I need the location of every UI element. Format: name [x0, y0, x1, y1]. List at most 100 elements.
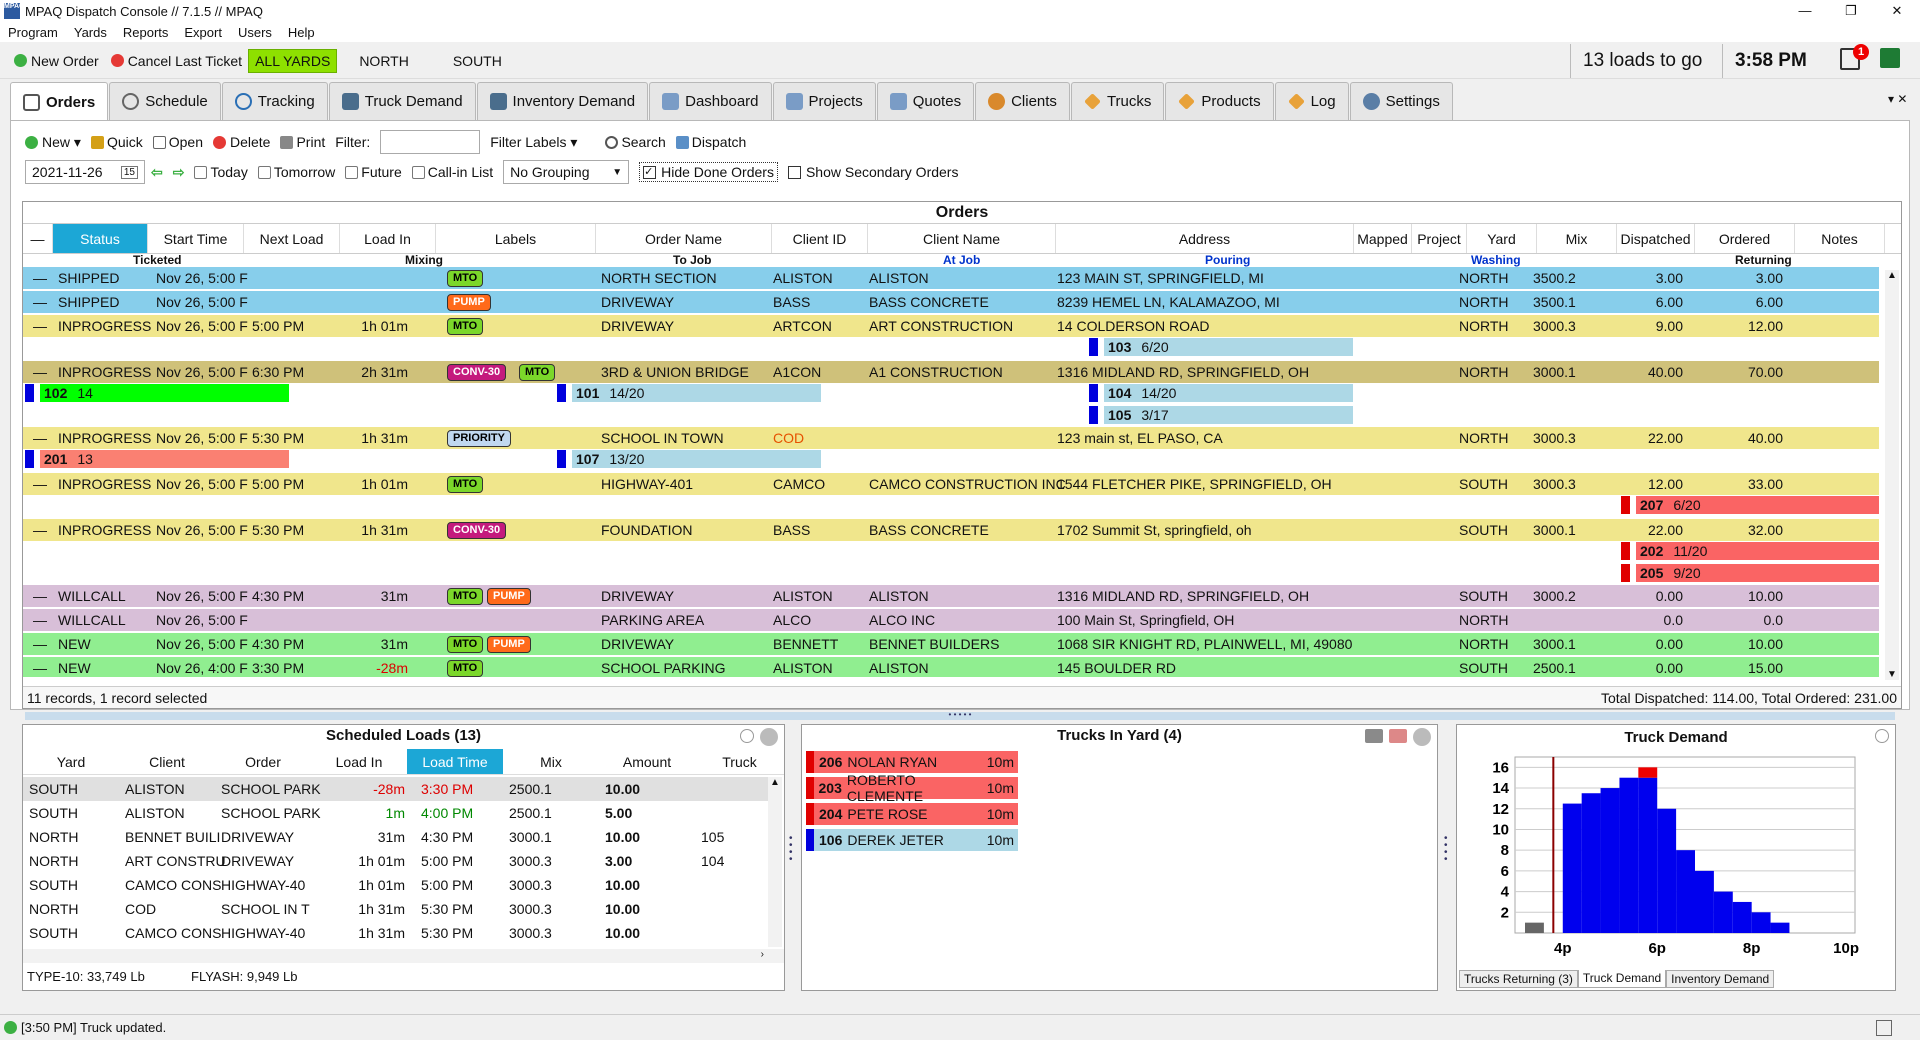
col-status[interactable]: Status	[53, 224, 148, 253]
tab-inventory-demand-chart[interactable]: Inventory Demand	[1666, 970, 1775, 988]
menu-yards[interactable]: Yards	[66, 25, 115, 40]
collapse-icon[interactable]: —	[33, 318, 47, 334]
col-truck[interactable]: Truck	[695, 749, 784, 774]
table-row[interactable]: SOUTH ALISTON SCHOOL PARK -28m 3:30 PM 2500.1…	[23, 777, 768, 801]
load-bar[interactable]: 104 14/20	[1089, 384, 1353, 402]
tab-truck-demand-chart[interactable]: Truck Demand	[1577, 970, 1667, 988]
table-row[interactable]: — INPROGRESS Nov 26, 5:00 F 5:00 PM 1h 01m DR…	[23, 315, 1879, 337]
menu-users[interactable]: Users	[230, 25, 280, 40]
delete-button[interactable]: Delete	[212, 134, 270, 150]
filter-labels-dropdown[interactable]: Filter Labels ▾	[490, 134, 577, 151]
load-bar[interactable]: 207 6/20	[1621, 496, 1879, 514]
print-button[interactable]: Print	[280, 134, 325, 150]
load-bar[interactable]: 103 6/20	[1089, 338, 1353, 356]
vertical-splitter-left[interactable]: • • • •	[789, 834, 795, 865]
col-yard[interactable]: Yard	[1467, 224, 1537, 253]
col-load-time[interactable]: Load Time	[407, 749, 503, 774]
collapse-icon[interactable]: —	[33, 660, 47, 676]
load-bar[interactable]: 205 9/20	[1621, 564, 1879, 582]
table-row[interactable]: — WILLCALL Nov 26, 5:00 F PARKING AREA ALCO A…	[23, 609, 1879, 631]
refresh-icon[interactable]	[1875, 729, 1889, 743]
all-yards-button[interactable]: ALL YARDS	[248, 48, 338, 73]
south-yard-button[interactable]: SOUTH	[431, 49, 524, 73]
col-ordered[interactable]: Ordered	[1695, 224, 1795, 253]
col-notes[interactable]: Notes	[1795, 224, 1885, 253]
vertical-splitter-right[interactable]: • • • •	[1444, 834, 1450, 865]
north-yard-button[interactable]: NORTH	[337, 49, 431, 73]
table-row[interactable]: SOUTH ALISTON SCHOOL PARK 1m 4:00 PM 2500.1 5.…	[23, 801, 768, 825]
tab-settings[interactable]: Settings	[1349, 82, 1453, 120]
table-row[interactable]: — NEW Nov 26, 5:00 F 4:30 PM 31m DRIVEWAY BENN…	[23, 633, 1879, 655]
col-next-load[interactable]: Next Load	[244, 224, 340, 253]
col-order[interactable]: Order	[215, 749, 311, 774]
tab-overflow-icon[interactable]: ▾ ✕	[1888, 92, 1907, 106]
open-button[interactable]: Open	[152, 134, 203, 150]
collapse-icon[interactable]: —	[33, 270, 47, 286]
new-button[interactable]: New ▾	[25, 134, 81, 151]
close-button[interactable]: ✕	[1874, 0, 1920, 22]
table-row[interactable]: SOUTH CAMCO CONS HIGHWAY-40 1h 01m 5:00 PM 30…	[23, 873, 768, 897]
col-order-name[interactable]: Order Name	[596, 224, 772, 253]
tab-dashboard[interactable]: Dashboard	[649, 82, 772, 120]
table-row[interactable]: — INPROGRESS Nov 26, 5:00 F 5:30 PM 1h 31m FO…	[23, 519, 1879, 541]
calendar-icon[interactable]: 15	[120, 165, 138, 179]
scheduled-vscroll[interactable]: ▲	[768, 777, 782, 947]
collapse-icon[interactable]: —	[33, 476, 47, 492]
refresh-icon[interactable]	[740, 729, 754, 743]
horizontal-splitter[interactable]: • • • • •	[25, 711, 1895, 720]
truck-item[interactable]: 204 PETE ROSE 10m	[806, 803, 1018, 825]
filter-input[interactable]	[380, 130, 481, 154]
search-button[interactable]: Search	[605, 134, 666, 150]
table-row[interactable]: — INPROGRESS Nov 26, 5:00 F 5:30 PM 1h 31m SC…	[23, 427, 1879, 449]
cancel-last-ticket-button[interactable]: Cancel Last Ticket	[105, 49, 248, 73]
gear-icon[interactable]	[760, 728, 778, 746]
col-mix[interactable]: Mix	[1537, 224, 1617, 253]
page-icon[interactable]	[1876, 1020, 1892, 1036]
col-labels[interactable]: Labels	[436, 224, 596, 253]
table-row[interactable]: NORTH BENNET BUILI DRIVEWAY 31m 4:30 PM 3000.…	[23, 825, 768, 849]
tab-tracking[interactable]: Tracking	[221, 82, 328, 120]
collapse-icon[interactable]: —	[33, 430, 47, 446]
col-load-in[interactable]: Load In	[340, 224, 436, 253]
call-in-list-button[interactable]: Call-in List	[411, 164, 493, 180]
load-bar[interactable]: 101 14/20	[557, 384, 821, 402]
col-yard[interactable]: Yard	[23, 749, 119, 774]
col-amount[interactable]: Amount	[599, 749, 695, 774]
col-address[interactable]: Address	[1056, 224, 1354, 253]
collapse-icon[interactable]: —	[33, 522, 47, 538]
tomorrow-button[interactable]: Tomorrow	[257, 164, 335, 180]
col-dispatched[interactable]: Dispatched	[1617, 224, 1695, 253]
dispatch-button[interactable]: Dispatch	[675, 134, 746, 150]
truck-remove-icon[interactable]	[1389, 729, 1407, 743]
prev-day-button[interactable]: ⇦	[151, 164, 163, 181]
col-project[interactable]: Project	[1412, 224, 1467, 253]
col-start-time[interactable]: Start Time	[148, 224, 244, 253]
menu-reports[interactable]: Reports	[115, 25, 177, 40]
tab-trucks-returning[interactable]: Trucks Returning (3)	[1459, 970, 1578, 988]
gear-icon[interactable]	[1413, 728, 1431, 746]
minimize-button[interactable]: —	[1782, 0, 1828, 22]
collapse-icon[interactable]: —	[33, 612, 47, 628]
grouping-select[interactable]: No Grouping ▼	[503, 160, 630, 184]
tab-schedule[interactable]: Schedule	[109, 82, 221, 120]
menu-program[interactable]: Program	[0, 25, 66, 40]
tab-truck-demand[interactable]: Truck Demand	[328, 82, 476, 120]
excel-icon[interactable]	[1880, 48, 1900, 68]
next-day-button[interactable]: ⇨	[173, 164, 185, 181]
table-row[interactable]: — WILLCALL Nov 26, 5:00 F 4:30 PM 31m DRIVEWA…	[23, 585, 1879, 607]
tab-trucks[interactable]: Trucks	[1070, 82, 1165, 120]
table-row[interactable]: — NEW Nov 26, 4:00 F 3:30 PM -28m SCHOOL PARK…	[23, 657, 1879, 677]
load-bar[interactable]: 107 13/20	[557, 450, 821, 468]
truck-icon[interactable]	[1365, 729, 1383, 743]
new-order-button[interactable]: New Order	[8, 49, 105, 73]
tab-log[interactable]: Log	[1274, 82, 1349, 120]
today-button[interactable]: Today	[194, 164, 248, 180]
table-row[interactable]: NORTH ART CONSTRU DRIVEWAY 1h 01m 5:00 PM 300…	[23, 849, 768, 873]
collapse-icon[interactable]: —	[33, 294, 47, 310]
col-client-name[interactable]: Client Name	[868, 224, 1056, 253]
truck-item[interactable]: 203 ROBERTO CLEMENTE 10m	[806, 772, 1018, 804]
col-mapped[interactable]: Mapped	[1354, 224, 1412, 253]
table-row[interactable]: SOUTH CAMCO CONS HIGHWAY-40 1h 31m 5:30 PM 30…	[23, 921, 768, 945]
truck-item[interactable]: 106 DEREK JETER 10m	[806, 829, 1018, 851]
load-bar[interactable]: 105 3/17	[1089, 406, 1353, 424]
